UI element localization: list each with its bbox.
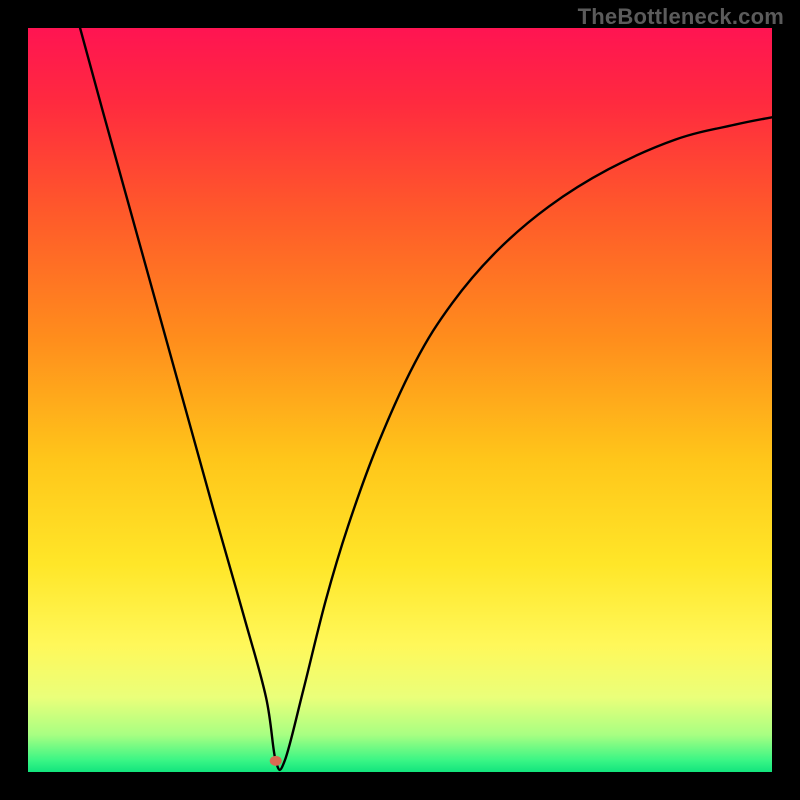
- plot-area: [28, 28, 772, 772]
- plot-svg: [28, 28, 772, 772]
- optimum-marker: [270, 756, 282, 766]
- watermark-text: TheBottleneck.com: [578, 4, 784, 30]
- gradient-background: [28, 28, 772, 772]
- chart-frame: TheBottleneck.com: [0, 0, 800, 800]
